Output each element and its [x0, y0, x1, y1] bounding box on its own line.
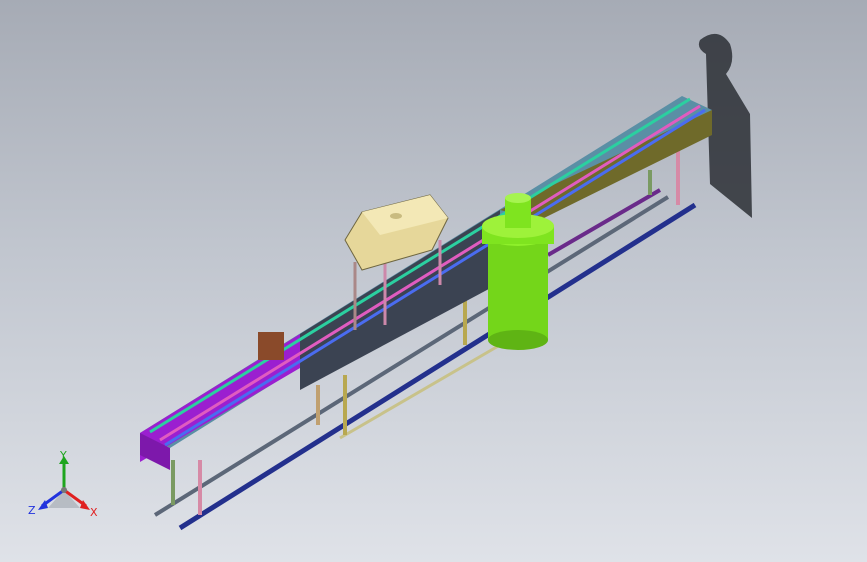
conveyor-frame [140, 96, 712, 470]
view-orientation-triad: Y X Z [22, 448, 106, 522]
graphics-viewport[interactable]: Y X Z [0, 0, 867, 562]
cad-model-scene[interactable] [0, 0, 867, 562]
z-axis-label: Z [28, 504, 36, 517]
triad-graphic: Y X Z [28, 449, 98, 519]
y-axis-label: Y [59, 449, 67, 462]
x-axis-label: X [90, 506, 98, 519]
